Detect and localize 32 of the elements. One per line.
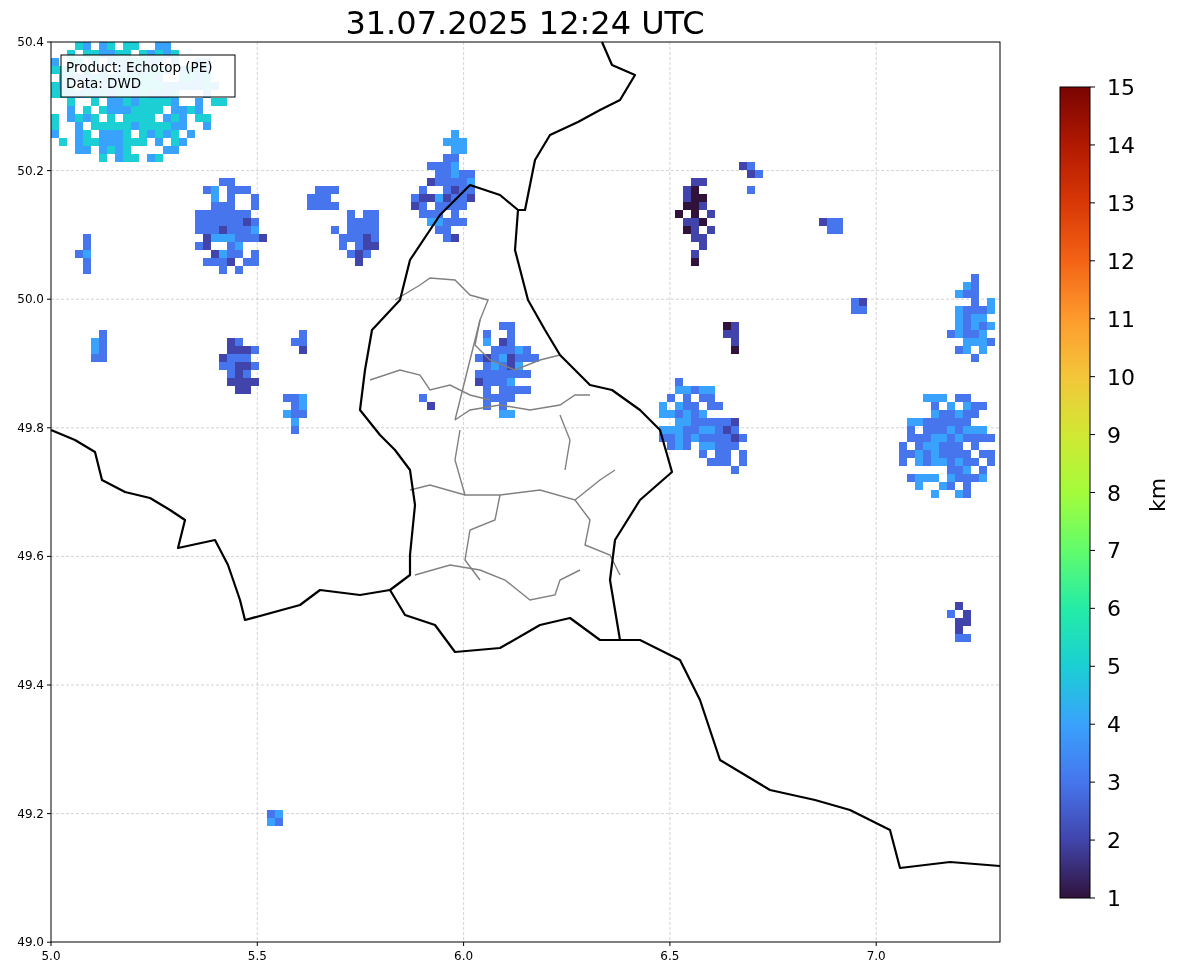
colorbar-tick-label: 7	[1107, 538, 1121, 564]
legend-text: Data: DWD	[66, 75, 142, 91]
axis-tick-label: 5.5	[247, 949, 267, 963]
axis-tick-label: 50.4	[17, 35, 44, 49]
colorbar-tick-label: 1	[1107, 886, 1121, 911]
colorbar-tick-label: 6	[1107, 596, 1121, 622]
axis-tick-label: 6.0	[454, 949, 474, 963]
legend-text: Product: Echotop (PE)	[66, 59, 213, 75]
colorbar-tick-label: 15	[1107, 75, 1135, 100]
colorbar-tick-label: 11	[1107, 306, 1135, 332]
colorbar-tick-label: 9	[1107, 422, 1121, 448]
colorbar-tick-label: 5	[1107, 654, 1121, 680]
axis-tick-label: 49.4	[17, 678, 44, 692]
axis-tick-label: 49.0	[17, 935, 44, 950]
axis-tick-label: 6.5	[660, 949, 680, 963]
axis-tick-label: 49.8	[17, 420, 44, 435]
axis-tick-label: 50.0	[17, 292, 44, 307]
axis-tick-label: 7.0	[866, 949, 886, 963]
colorbar-label: km	[1145, 477, 1170, 513]
axis-tick-label: 50.2	[17, 163, 44, 178]
colorbar-tick-label: 8	[1107, 480, 1121, 506]
colorbar-tick-label: 12	[1107, 248, 1135, 274]
colorbar-tick-label: 3	[1107, 770, 1121, 796]
chart-title: 31.07.2025 12:24 UTC	[345, 4, 705, 42]
colorbar-tick-label: 10	[1107, 364, 1135, 390]
axis-tick-label: 5.0	[41, 949, 61, 963]
colorbar-tick-label: 13	[1107, 190, 1135, 216]
colorbar-tick-label: 2	[1107, 828, 1121, 854]
axis-tick-label: 49.2	[17, 806, 44, 821]
axis-tick-label: 49.6	[17, 549, 44, 564]
colorbar-tick-label: 4	[1107, 712, 1121, 738]
colorbar-tick-label: 14	[1107, 132, 1135, 158]
